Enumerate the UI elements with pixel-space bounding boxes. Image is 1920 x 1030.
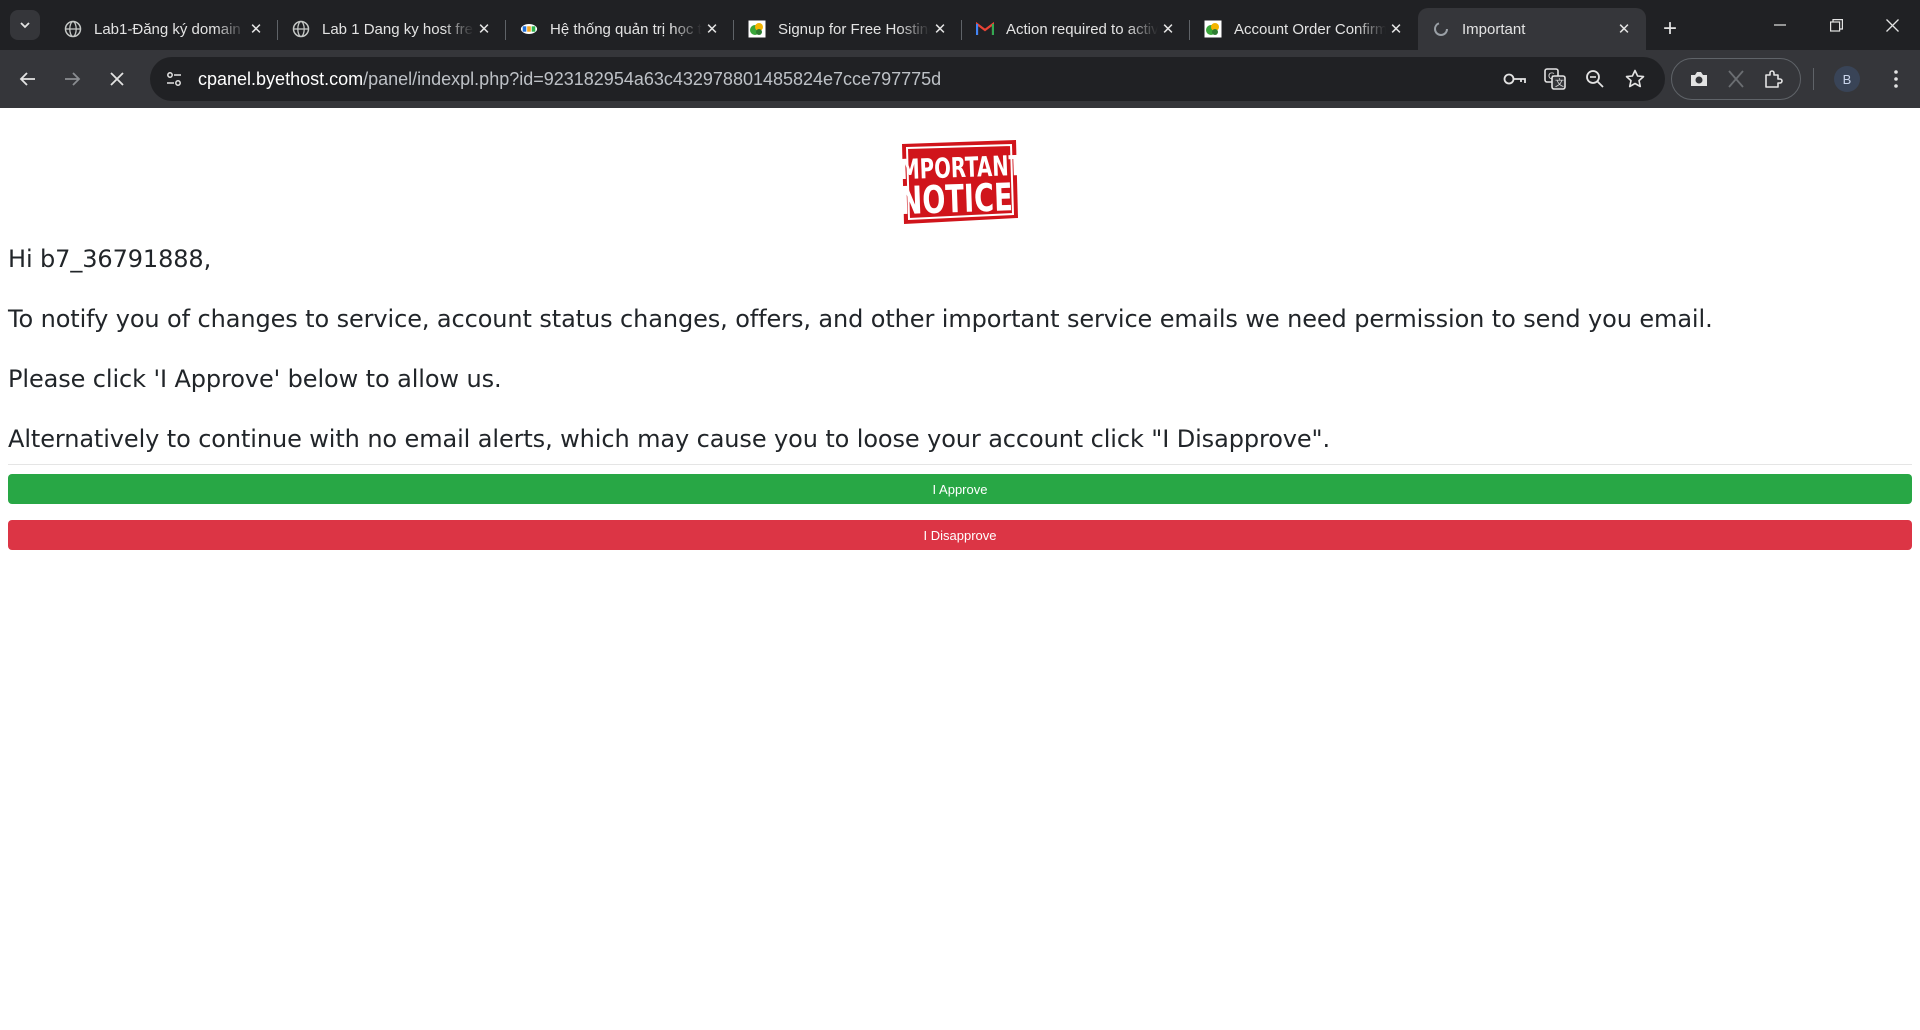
lms-icon	[520, 20, 538, 38]
close-tab-icon[interactable]: ✕	[474, 19, 494, 39]
url-text[interactable]: cpanel.byethost.com/panel/indexpl.php?id…	[198, 69, 1495, 90]
zoom-out-icon	[1586, 70, 1604, 88]
approve-instruction: Please click 'I Approve' below to allow …	[8, 365, 502, 393]
important-notice-logo: IMPORTANT NOTICE	[898, 140, 1020, 224]
kebab-menu-icon	[1894, 70, 1898, 88]
screenshot-extension-button[interactable]	[1683, 63, 1715, 95]
stop-loading-button[interactable]	[97, 59, 137, 99]
close-icon	[1885, 18, 1899, 32]
gmail-icon	[976, 20, 994, 38]
byethost-icon	[748, 20, 766, 38]
tab-lab1-host[interactable]: Lab 1 Dang ky host free ✕	[278, 8, 506, 50]
close-tab-icon[interactable]: ✕	[702, 19, 722, 39]
url-path: /panel/indexpl.php?id=923182954a63c43297…	[363, 68, 942, 89]
tab-title: Important	[1462, 20, 1526, 38]
toolbar-separator	[1813, 68, 1814, 90]
loading-icon	[1432, 20, 1450, 38]
tab-title: Account Order Confirmation	[1234, 20, 1386, 38]
camera-icon	[1690, 72, 1707, 86]
browser-toolbar: cpanel.byethost.com/panel/indexpl.php?id…	[0, 50, 1920, 108]
address-bar-actions: G文	[1495, 59, 1655, 99]
tab-lms[interactable]: Hệ thống quản trị học tập ✕	[506, 8, 734, 50]
tab-title: Lab1-Đăng ký domain	[94, 20, 241, 38]
close-tab-icon[interactable]: ✕	[1158, 19, 1178, 39]
arrow-left-icon	[19, 72, 35, 86]
chevron-down-icon	[20, 22, 30, 29]
arrow-right-icon	[65, 72, 81, 86]
globe-icon	[292, 20, 310, 38]
back-button[interactable]	[8, 59, 48, 99]
zoom-button[interactable]	[1575, 59, 1615, 99]
close-tab-icon[interactable]: ✕	[246, 19, 266, 39]
extensions-group	[1671, 58, 1801, 100]
disapprove-warning: Alternatively to continue with no email …	[8, 425, 1331, 453]
tab-title: Hệ thống quản trị học tập	[550, 20, 702, 38]
new-tab-button[interactable]: +	[1652, 8, 1688, 50]
globe-icon	[64, 20, 82, 38]
tab-strip: Lab1-Đăng ký domain ✕ Lab 1 Dang ky host…	[0, 0, 1920, 50]
restore-button[interactable]	[1808, 0, 1864, 50]
permission-message: To notify you of changes to service, acc…	[8, 305, 1713, 333]
star-icon	[1625, 69, 1645, 88]
disapprove-button[interactable]: I Disapprove	[8, 520, 1912, 550]
svg-text:文: 文	[1555, 77, 1564, 89]
tab-account-order[interactable]: Account Order Confirmation ✕	[1190, 8, 1418, 50]
x-logo-icon	[1728, 70, 1744, 88]
extensions-button[interactable]	[1757, 63, 1789, 95]
page-content: IMPORTANT NOTICE Hi b7_36791888, To noti…	[0, 108, 1920, 1030]
translate-icon: G文	[1544, 68, 1566, 90]
tune-icon	[167, 72, 181, 86]
puzzle-icon	[1765, 70, 1784, 88]
close-tab-icon[interactable]: ✕	[1386, 19, 1406, 39]
close-tab-icon[interactable]: ✕	[930, 19, 950, 39]
password-key-button[interactable]	[1495, 59, 1535, 99]
browser-menu-button[interactable]	[1876, 59, 1916, 99]
close-icon	[110, 72, 124, 86]
restore-icon	[1829, 18, 1843, 32]
close-window-button[interactable]	[1864, 0, 1920, 50]
tab-title: Signup for Free Hosting	[778, 20, 930, 38]
tab-title: Lab 1 Dang ky host free	[322, 20, 474, 38]
tab-list: Lab1-Đăng ký domain ✕ Lab 1 Dang ky host…	[50, 8, 1688, 50]
x-extension-button[interactable]	[1720, 63, 1752, 95]
url-host: cpanel.byethost.com	[198, 68, 364, 89]
minimize-button[interactable]	[1752, 0, 1808, 50]
divider	[8, 464, 1912, 465]
address-bar[interactable]: cpanel.byethost.com/panel/indexpl.php?id…	[150, 57, 1665, 101]
tab-title: Action required to activate	[1006, 20, 1158, 38]
approve-button[interactable]: I Approve	[8, 474, 1912, 504]
key-icon	[1503, 73, 1526, 85]
tab-important[interactable]: Important ✕	[1418, 8, 1646, 50]
profile-avatar[interactable]: B	[1834, 66, 1860, 92]
translate-button[interactable]: G文	[1535, 59, 1575, 99]
tab-signup[interactable]: Signup for Free Hosting ✕	[734, 8, 962, 50]
tab-search-button[interactable]	[10, 10, 40, 40]
byethost-icon	[1204, 20, 1222, 38]
close-tab-icon[interactable]: ✕	[1614, 19, 1634, 39]
window-controls	[1752, 0, 1920, 50]
logo-line2: NOTICE	[899, 174, 1014, 223]
tab-lab1-domain[interactable]: Lab1-Đăng ký domain ✕	[50, 8, 278, 50]
tab-gmail[interactable]: Action required to activate ✕	[962, 8, 1190, 50]
greeting-text: Hi b7_36791888,	[8, 245, 212, 273]
forward-button[interactable]	[52, 59, 92, 99]
bookmark-button[interactable]	[1615, 59, 1655, 99]
minimize-icon	[1774, 24, 1786, 26]
site-info-button[interactable]	[154, 59, 194, 99]
